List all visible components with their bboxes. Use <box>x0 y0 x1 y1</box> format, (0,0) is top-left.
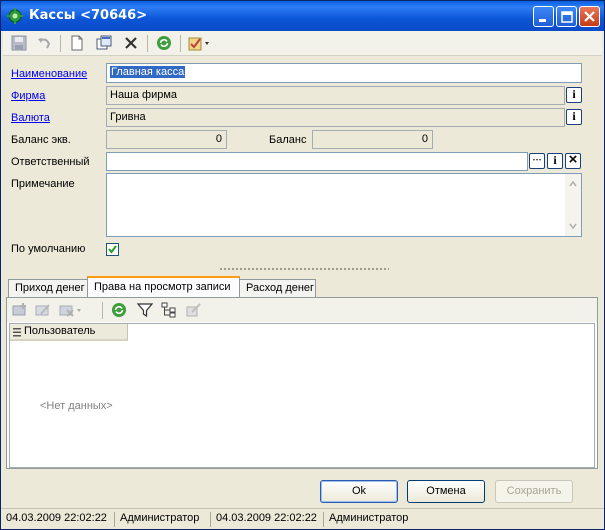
hierarchy-icon[interactable] <box>161 302 177 318</box>
responsible-clear-button[interactable]: × <box>565 151 581 169</box>
tab-expense[interactable]: Расход денег <box>239 279 316 297</box>
copy-icon[interactable] <box>96 35 112 51</box>
default-label: По умолчанию <box>11 243 86 255</box>
responsible-select-button[interactable]: ··· <box>529 153 545 169</box>
delete-row-icon[interactable] <box>59 302 85 318</box>
close-icon <box>584 11 595 22</box>
title-bar[interactable]: Кассы <70646> <box>1 1 604 31</box>
currency-label[interactable]: Валюта <box>11 112 50 124</box>
balance-eq-label: Баланс экв. <box>11 134 71 146</box>
responsible-input[interactable] <box>106 152 528 171</box>
tab-view-rights[interactable]: Права на просмотр записи <box>87 276 240 298</box>
currency-info-button[interactable]: i <box>566 109 582 125</box>
balance-label: Баланс <box>269 134 307 146</box>
edit-row-icon[interactable] <box>35 302 51 318</box>
column-header-user[interactable]: Пользователь <box>10 324 128 341</box>
responsible-label: Ответственный <box>11 156 90 168</box>
window: Кассы <70646> Наименование Главная касса… <box>0 0 605 530</box>
undo-icon[interactable] <box>36 35 52 51</box>
column-header-label: Пользователь <box>24 325 96 337</box>
save-icon[interactable] <box>11 35 27 51</box>
refresh-icon[interactable] <box>111 302 127 318</box>
toolbar-separator <box>60 35 61 52</box>
firm-info-button[interactable]: i <box>566 87 582 103</box>
clear-icon: × <box>568 151 578 168</box>
refresh-icon[interactable] <box>156 35 172 51</box>
note-scrollbar[interactable] <box>565 174 581 236</box>
info-icon: i <box>572 109 576 123</box>
toolbar-separator <box>102 302 103 319</box>
balance-field: 0 <box>312 130 433 149</box>
ok-button[interactable]: Ok <box>320 480 398 503</box>
firm-field[interactable]: Наша фирма <box>106 86 565 105</box>
main-toolbar <box>3 31 602 56</box>
column-menu-icon <box>13 328 21 337</box>
minimize-icon <box>539 19 546 22</box>
info-icon: i <box>572 87 576 101</box>
tab-panel: Пользователь <Нет данных> <box>6 297 598 469</box>
scroll-arrows-icon <box>569 180 577 230</box>
created-by: Администратор <box>115 512 211 527</box>
toolbar-separator <box>147 35 148 52</box>
save-button[interactable]: Сохранить <box>495 480 573 503</box>
delete-icon[interactable] <box>123 35 139 51</box>
checkmark-icon <box>108 245 117 254</box>
tab-income[interactable]: Приход денег <box>8 279 88 297</box>
firm-label[interactable]: Фирма <box>11 90 45 102</box>
no-data-text: <Нет данных> <box>40 400 113 412</box>
maximize-icon <box>561 11 573 23</box>
minimize-button[interactable] <box>533 6 554 27</box>
filter-icon[interactable] <box>137 302 153 318</box>
app-gear-icon <box>7 8 23 24</box>
panel-toolbar <box>7 298 597 322</box>
default-checkbox[interactable] <box>106 243 119 256</box>
panel-splitter[interactable] <box>219 267 389 271</box>
more-icon: ··· <box>532 155 542 165</box>
name-value: Главная касса <box>110 66 186 78</box>
close-button[interactable] <box>579 6 600 27</box>
created-at: 04.03.2009 22:02:22 <box>1 512 115 527</box>
balance-eq-field: 0 <box>106 130 227 149</box>
cancel-button[interactable]: Отмена <box>407 480 485 503</box>
name-input[interactable]: Главная касса <box>106 63 582 83</box>
maximize-button[interactable] <box>556 6 577 27</box>
modified-by: Администратор <box>329 512 409 524</box>
name-label[interactable]: Наименование <box>11 68 87 80</box>
responsible-info-button[interactable]: i <box>547 153 563 169</box>
toolbar-separator <box>180 35 181 52</box>
users-grid[interactable]: Пользователь <Нет данных> <box>9 323 595 468</box>
status-bar: 04.03.2009 22:02:22 Администратор 04.03.… <box>1 508 604 529</box>
modified-at: 04.03.2009 22:02:22 <box>211 512 324 527</box>
currency-field[interactable]: Гривна <box>106 108 565 127</box>
window-title: Кассы <70646> <box>29 8 148 23</box>
note-label: Примечание <box>11 178 75 190</box>
info-icon: i <box>553 153 557 167</box>
add-row-icon[interactable] <box>12 302 28 318</box>
set-icon[interactable] <box>186 302 202 318</box>
actions-dropdown-icon[interactable] <box>188 35 212 51</box>
new-document-icon[interactable] <box>69 35 85 51</box>
note-textarea[interactable] <box>106 173 582 237</box>
